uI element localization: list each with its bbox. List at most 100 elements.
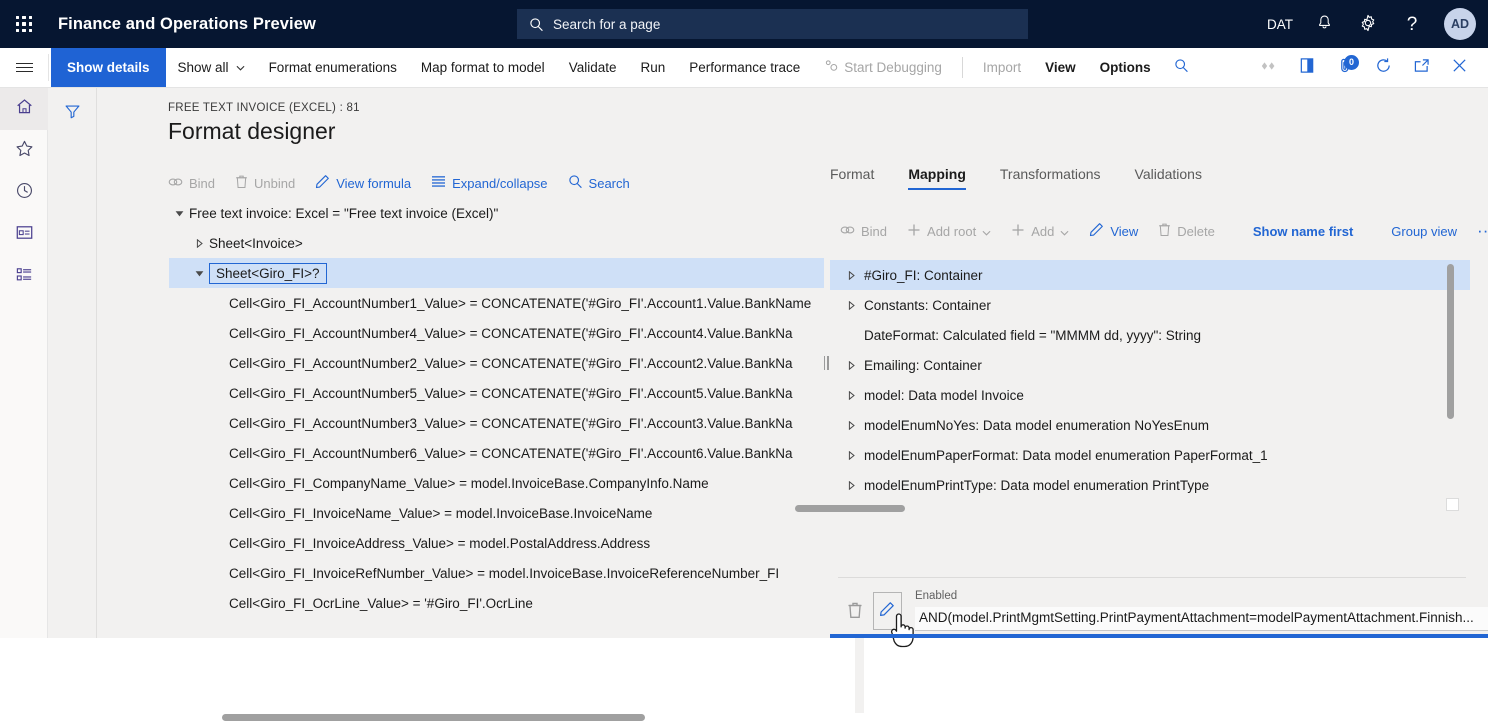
app-launcher-icon (16, 16, 33, 33)
twisty-expanded-icon[interactable] (169, 209, 189, 218)
nav-menu-button[interactable] (0, 48, 48, 87)
group-view-button[interactable]: Group view (1381, 220, 1467, 243)
notifications-button[interactable] (1302, 0, 1346, 48)
attachments-button[interactable]: 0 (1326, 48, 1364, 88)
show-all-label: Show all (178, 60, 229, 75)
mapping-tree-row[interactable]: Emailing: Container (830, 350, 1470, 380)
format-enumerations-button[interactable]: Format enumerations (257, 48, 409, 87)
scrollbar-thumb[interactable] (1447, 264, 1454, 419)
twisty-collapsed-icon[interactable] (189, 239, 209, 248)
tab-transformations[interactable]: Transformations (1000, 162, 1117, 190)
mapping-view-button[interactable]: View (1079, 218, 1148, 244)
format-tree-row[interactable]: Cell<Giro_FI_InvoiceRefNumber_Value> = m… (169, 558, 824, 588)
view-formula-button[interactable]: View formula (305, 170, 421, 196)
show-name-first-button[interactable]: Show name first (1243, 220, 1363, 243)
filter-button[interactable] (57, 100, 87, 128)
refresh-button[interactable] (1364, 48, 1402, 88)
rail-item-home[interactable] (0, 88, 48, 130)
open-panel-button[interactable] (1288, 48, 1326, 88)
format-tree-row[interactable]: Free text invoice: Excel = "Free text in… (169, 198, 824, 228)
show-details-button[interactable]: Show details (51, 48, 166, 87)
twisty-expanded-icon[interactable] (189, 269, 209, 278)
mapping-tree-row-label: model: Data model Invoice (864, 388, 1024, 403)
format-tree-row[interactable]: Sheet<Giro_FI>? (169, 258, 824, 288)
mapping-tree-row[interactable]: modelEnumPrintType: Data model enumerati… (830, 470, 1470, 500)
format-tree-row[interactable]: Cell<Giro_FI_AccountNumber5_Value> = CON… (169, 378, 824, 408)
format-tree-row[interactable]: Cell<Giro_FI_CompanyName_Value> = model.… (169, 468, 824, 498)
twisty-collapsed-icon[interactable] (838, 421, 864, 430)
format-tree-row[interactable]: Sheet<Invoice> (169, 228, 824, 258)
scrollbar-thumb[interactable] (222, 714, 645, 721)
map-format-to-model-button[interactable]: Map format to model (409, 48, 557, 87)
format-tree[interactable]: Free text invoice: Excel = "Free text in… (169, 198, 824, 638)
popout-button[interactable] (1402, 48, 1440, 88)
favorites-star-icon (15, 139, 34, 163)
run-button[interactable]: Run (628, 48, 677, 87)
detail-edit-button[interactable] (873, 592, 902, 630)
company-indicator[interactable]: DAT (1258, 0, 1302, 48)
scrollbar-thumb[interactable] (795, 505, 905, 512)
mapping-tree-row[interactable]: modelEnumPaperFormat: Data model enumera… (830, 440, 1470, 470)
twisty-collapsed-icon[interactable] (838, 271, 864, 280)
performance-trace-button[interactable]: Performance trace (677, 48, 812, 87)
app-header: Finance and Operations Preview Search fo… (0, 0, 1488, 48)
command-search-button[interactable] (1163, 48, 1201, 88)
format-tree-row[interactable]: Cell<Giro_FI_AccountNumber2_Value> = CON… (169, 348, 824, 378)
mapping-tree-row-label: modelEnumNoYes: Data model enumeration N… (864, 418, 1209, 433)
format-tree-row-label: Cell<Giro_FI_AccountNumber2_Value> = CON… (229, 356, 793, 371)
rail-item-modules[interactable] (0, 256, 48, 298)
mapping-overflow-button[interactable]: ··· (1467, 222, 1488, 240)
format-tree-row[interactable]: Cell<Giro_FI_AccountNumber6_Value> = CON… (169, 438, 824, 468)
format-tree-row[interactable]: Cell<Giro_FI_AccountNumber3_Value> = CON… (169, 408, 824, 438)
rail-item-recent[interactable] (0, 172, 48, 214)
enabled-field-value[interactable]: AND(model.PrintMgmtSetting.PrintPaymentA… (915, 607, 1488, 631)
import-button: Import (971, 48, 1033, 87)
global-search-box[interactable]: Search for a page (517, 9, 1028, 39)
tab-validations[interactable]: Validations (1135, 162, 1218, 190)
detail-delete-button[interactable] (838, 592, 873, 632)
enabled-field: Enabled AND(model.PrintMgmtSetting.Print… (915, 590, 1488, 631)
format-tree-horizontal-scrollbar[interactable] (222, 714, 857, 722)
book-panel-icon (1299, 57, 1315, 79)
settings-button[interactable] (1346, 0, 1390, 48)
tab-format[interactable]: Format (830, 162, 890, 190)
format-tree-row[interactable]: Cell<Giro_FI_AccountNumber4_Value> = CON… (169, 318, 824, 348)
twisty-collapsed-icon[interactable] (838, 451, 864, 460)
app-launcher-button[interactable] (0, 0, 48, 48)
help-button[interactable]: ? (1390, 0, 1434, 48)
mapping-tree-horizontal-scrollbar[interactable] (795, 505, 1425, 513)
rail-item-workspaces[interactable] (0, 214, 48, 256)
expand-collapse-icon (431, 175, 446, 191)
rail-item-favorites[interactable] (0, 130, 48, 172)
tab-mapping[interactable]: Mapping (908, 162, 982, 190)
twisty-collapsed-icon[interactable] (838, 391, 864, 400)
close-button[interactable] (1440, 48, 1478, 88)
format-tree-row[interactable]: Cell<Giro_FI_InvoiceAddress_Value> = mod… (169, 528, 824, 558)
format-tree-row[interactable]: Cell<Giro_FI_AccountNumber1_Value> = CON… (169, 288, 824, 318)
twisty-collapsed-icon[interactable] (838, 481, 864, 490)
twisty-collapsed-icon[interactable] (838, 301, 864, 310)
mapping-tree-vertical-scrollbar[interactable] (1446, 264, 1455, 444)
twisty-collapsed-icon[interactable] (838, 361, 864, 370)
show-all-button[interactable]: Show all (166, 48, 257, 87)
format-search-button[interactable]: Search (558, 170, 640, 196)
format-tree-row-label: Cell<Giro_FI_InvoiceAddress_Value> = mod… (229, 536, 650, 551)
mapping-tree[interactable]: #Giro_FI: ContainerConstants: ContainerD… (830, 260, 1470, 522)
pane-splitter[interactable] (822, 88, 830, 638)
format-tree-row[interactable]: Cell<Giro_FI_InvoiceName_Value> = model.… (169, 498, 824, 528)
mapping-tree-row[interactable]: modelEnumNoYes: Data model enumeration N… (830, 410, 1470, 440)
validate-button[interactable]: Validate (557, 48, 629, 87)
mapping-tree-row[interactable]: #Giro_FI: Container (830, 260, 1470, 290)
view-button[interactable]: View (1033, 48, 1088, 87)
expand-collapse-button[interactable]: Expand/collapse (421, 171, 557, 195)
format-tree-row-label: Cell<Giro_FI_AccountNumber5_Value> = CON… (229, 386, 793, 401)
avatar[interactable]: AD (1444, 8, 1476, 40)
pane-resize-grip[interactable] (1446, 498, 1459, 511)
pane-bottom-accent (830, 634, 1488, 638)
mapping-delete-button: Delete (1148, 218, 1225, 244)
mapping-tree-row[interactable]: model: Data model Invoice (830, 380, 1470, 410)
options-button[interactable]: Options (1088, 48, 1163, 87)
mapping-tree-row[interactable]: DateFormat: Calculated field = "MMMM dd,… (830, 320, 1470, 350)
mapping-tree-row[interactable]: Constants: Container (830, 290, 1470, 320)
format-tree-row[interactable]: Cell<Giro_FI_OcrLine_Value> = '#Giro_FI'… (169, 588, 824, 618)
